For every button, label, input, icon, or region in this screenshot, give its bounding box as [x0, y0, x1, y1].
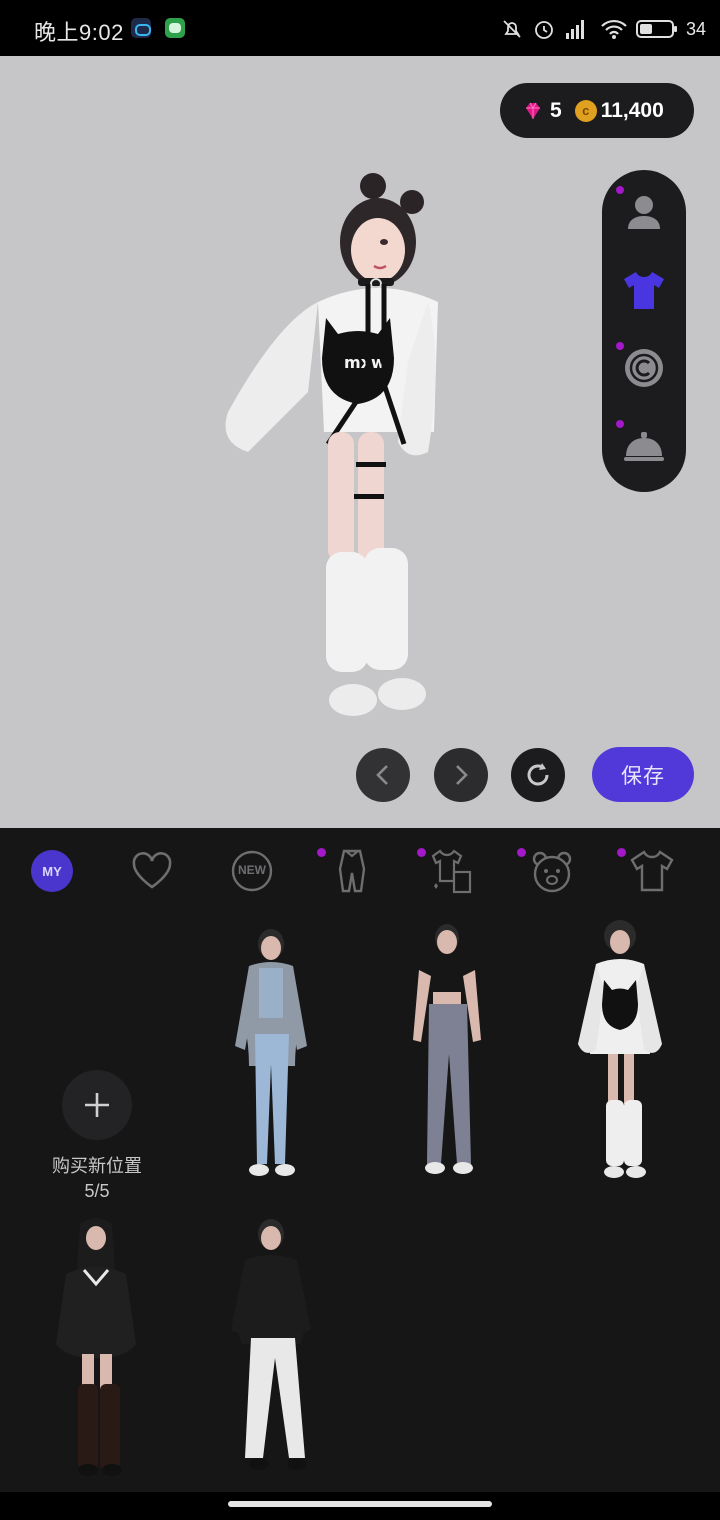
- notification-dot: [517, 848, 526, 857]
- home-indicator[interactable]: [228, 1501, 492, 1507]
- buy-slot-button[interactable]: [62, 1070, 132, 1140]
- tshirt-icon: [630, 850, 674, 892]
- gem-count: 5: [550, 98, 562, 122]
- currency-pill[interactable]: 5 c 11,400: [500, 83, 694, 138]
- battery-icon: [635, 17, 678, 41]
- closet-tab-bar: MY NEW: [0, 828, 720, 918]
- chevron-left-icon: [376, 765, 388, 785]
- reset-button[interactable]: [511, 748, 565, 802]
- tab-favorites[interactable]: [129, 848, 175, 894]
- signal-icon: [564, 17, 592, 41]
- notification-dot: [317, 848, 326, 857]
- outfit-set-icon: [431, 849, 472, 894]
- heart-icon: [132, 852, 172, 889]
- shirt-icon: [624, 272, 664, 309]
- mute-bell-icon: [500, 17, 524, 41]
- side-item-clothes[interactable]: [602, 260, 686, 320]
- bell-icon: [624, 432, 664, 461]
- outfit-card-plaid-jacket[interactable]: [221, 924, 341, 1194]
- svg-text:mxw: mxw: [344, 353, 386, 372]
- app-notification-icon: [131, 18, 151, 38]
- status-bar: 晚上9:02 34: [0, 0, 720, 56]
- jumpsuit-icon: [338, 849, 366, 893]
- buy-slot-label: 购买新位置 5/5: [0, 1154, 194, 1204]
- avatar-character[interactable]: mxw: [218, 172, 438, 724]
- tab-new-label: NEW: [238, 863, 266, 877]
- tab-jumpsuit[interactable]: [317, 848, 375, 894]
- tab-outfit-sets[interactable]: [417, 848, 475, 894]
- side-item-brand[interactable]: [602, 338, 686, 398]
- tab-tops[interactable]: [617, 848, 675, 894]
- slot-count: 5/5: [84, 1181, 110, 1201]
- wifi-icon: [600, 17, 628, 41]
- notification-dot: [617, 848, 626, 857]
- notification-dot: [616, 186, 624, 194]
- closet-panel: MY NEW 购买新位置 5/5: [0, 828, 720, 1492]
- copyright-icon: [625, 349, 663, 387]
- coin-icon: c: [574, 99, 597, 122]
- gem-icon: [526, 102, 540, 119]
- notification-dot: [616, 420, 624, 428]
- outfit-card-crop-top[interactable]: [397, 920, 517, 1190]
- tab-my[interactable]: MY: [31, 850, 73, 892]
- plus-icon: [85, 1093, 109, 1117]
- tab-my-label: MY: [42, 863, 62, 879]
- buy-slot-text: 购买新位置: [52, 1156, 142, 1176]
- avatar-stage[interactable]: 5 c 11,400 mxw 保存: [0, 56, 720, 828]
- outfit-card-cat-sweater[interactable]: [570, 918, 690, 1188]
- category-side-panel: [602, 170, 686, 492]
- side-item-body[interactable]: [602, 182, 686, 242]
- coin-count: 11,400: [600, 98, 664, 122]
- outfit-card-black-sweater[interactable]: [48, 1214, 168, 1484]
- status-time: 晚上9:02: [34, 20, 124, 45]
- battery-level: 34: [685, 18, 706, 39]
- prev-button[interactable]: [356, 748, 410, 802]
- alarm-icon: [532, 17, 556, 41]
- save-button[interactable]: 保存: [592, 747, 694, 802]
- next-button[interactable]: [434, 748, 488, 802]
- person-icon: [628, 196, 660, 229]
- notification-dot: [616, 342, 624, 350]
- outfit-card-white-pants[interactable]: [221, 1214, 341, 1484]
- notification-dot: [417, 848, 426, 857]
- tab-accessories[interactable]: [517, 848, 575, 894]
- app-notification-icon-2: [165, 18, 185, 38]
- refresh-icon: [527, 763, 549, 786]
- chevron-right-icon: [456, 765, 468, 785]
- bear-icon: [532, 851, 572, 893]
- system-nav-bar: [0, 1492, 720, 1520]
- side-item-pose[interactable]: [602, 416, 686, 476]
- tab-new[interactable]: NEW: [229, 848, 275, 894]
